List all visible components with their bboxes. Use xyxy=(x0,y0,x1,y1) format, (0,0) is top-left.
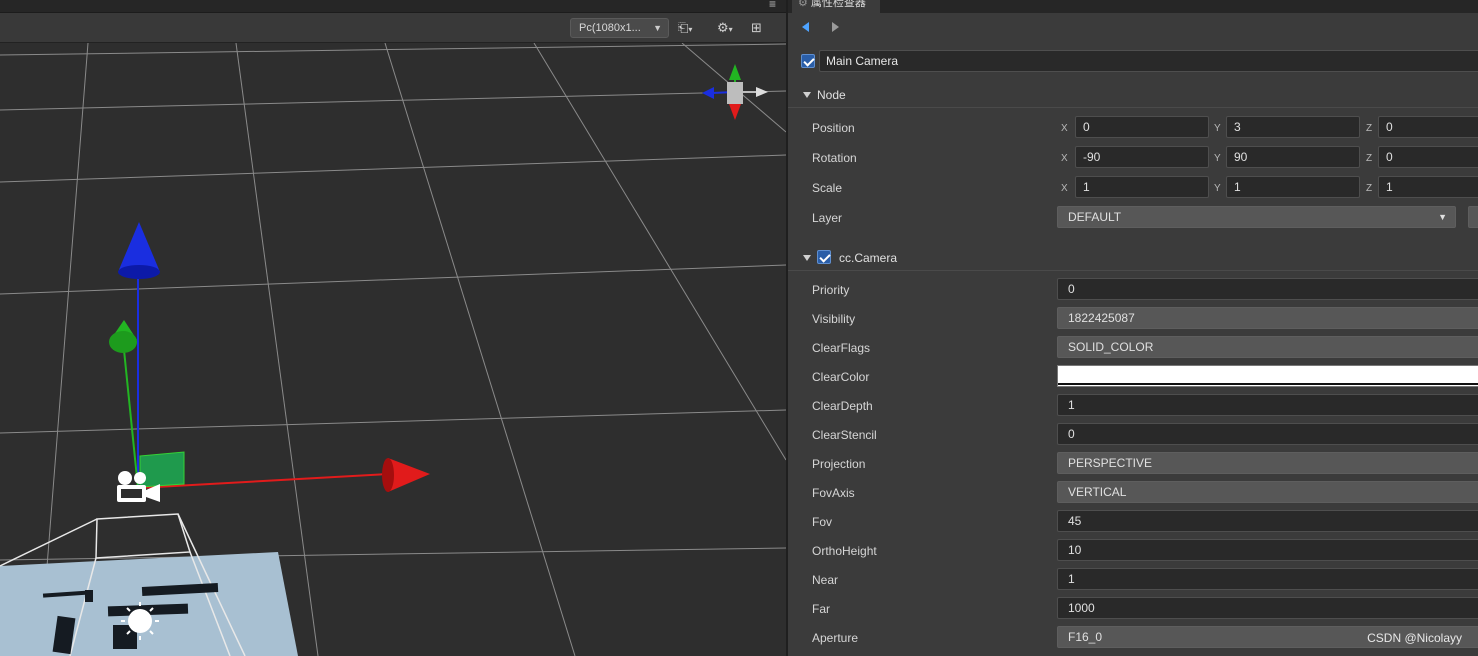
rotation-x-axis-label: X xyxy=(1061,153,1068,164)
clear-stencil-input[interactable]: 0 xyxy=(1057,423,1478,445)
scale-x-input[interactable]: 1 xyxy=(1075,176,1209,198)
resolution-select[interactable]: Pc(1080x1... ▼ xyxy=(570,18,669,38)
scale-x-axis-label: X xyxy=(1061,183,1068,194)
fov-axis-select[interactable]: VERTICAL xyxy=(1057,481,1478,503)
aperture-label: Aperture xyxy=(812,631,859,645)
inspector-panel: ⚙ 属性检查器 Main Camera Node Position X 0 Y 3… xyxy=(786,0,1478,656)
near-label: Near xyxy=(812,573,839,587)
position-z-input[interactable]: 0 xyxy=(1378,116,1478,138)
clear-flags-label: ClearFlags xyxy=(812,341,871,355)
forward-arrow-icon[interactable] xyxy=(832,22,839,32)
gear-icon: ⚙ xyxy=(798,0,808,9)
position-y-axis-label: Y xyxy=(1214,123,1221,134)
inspector-tab-bar: ⚙ 属性检查器 xyxy=(788,0,1478,13)
alpha-bar xyxy=(1058,383,1478,386)
position-label: Position xyxy=(812,121,855,135)
scale-y-input[interactable]: 1 xyxy=(1226,176,1360,198)
scene-panel[interactable]: ≡ Pc(1080x1... ▼ ⎗▾ ⚙▾ ⊞ xyxy=(0,0,786,656)
scene-title-bar: ≡ xyxy=(0,0,786,13)
layer-label: Layer xyxy=(812,211,843,225)
priority-input[interactable]: 0 xyxy=(1057,278,1478,300)
rotation-z-input[interactable]: 0 xyxy=(1378,146,1478,168)
collapse-triangle-icon xyxy=(803,92,811,98)
floor-plane xyxy=(0,552,298,656)
node-section-header[interactable]: Node xyxy=(788,82,1478,108)
resolution-value: Pc(1080x1... xyxy=(579,22,641,34)
rotation-z-axis-label: Z xyxy=(1366,153,1373,164)
position-y-input[interactable]: 3 xyxy=(1226,116,1360,138)
rotation-x-input[interactable]: -90 xyxy=(1075,146,1209,168)
chevron-down-icon: ▼ xyxy=(653,23,662,33)
gear-icon[interactable]: ⚙▾ xyxy=(717,20,733,36)
layer-value: DEFAULT xyxy=(1068,210,1122,224)
collapse-triangle-icon xyxy=(803,255,811,261)
back-arrow-icon[interactable] xyxy=(802,22,809,32)
clear-depth-label: ClearDepth xyxy=(812,399,873,413)
rotation-y-input[interactable]: 90 xyxy=(1226,146,1360,168)
node-section-title: Node xyxy=(817,88,846,102)
ortho-height-input[interactable]: 10 xyxy=(1057,539,1478,561)
clear-color-label: ClearColor xyxy=(812,370,870,384)
hamburger-menu-icon[interactable]: ≡ xyxy=(769,0,776,10)
scene-toolbar: Pc(1080x1... ▼ ⎗▾ ⚙▾ ⊞ xyxy=(0,13,786,43)
position-x-input[interactable]: 0 xyxy=(1075,116,1209,138)
fov-axis-label: FovAxis xyxy=(812,486,855,500)
camera-section-title: cc.Camera xyxy=(839,251,898,265)
fov-input[interactable]: 45 xyxy=(1057,510,1478,532)
rotation-label: Rotation xyxy=(812,151,857,165)
far-input[interactable]: 1000 xyxy=(1057,597,1478,619)
priority-label: Priority xyxy=(812,283,850,297)
ortho-height-label: OrthoHeight xyxy=(812,544,877,558)
camera-view-icon[interactable]: ⎗▾ xyxy=(678,20,692,36)
layer-edit-button[interactable] xyxy=(1468,206,1478,228)
far-label: Far xyxy=(812,602,830,616)
scale-y-axis-label: Y xyxy=(1214,183,1221,194)
clear-depth-input[interactable]: 1 xyxy=(1057,394,1478,416)
scale-z-input[interactable]: 1 xyxy=(1378,176,1478,198)
chevron-down-icon: ▼ xyxy=(1438,212,1447,222)
projection-label: Projection xyxy=(812,457,866,471)
near-input[interactable]: 1 xyxy=(1057,568,1478,590)
fov-label: Fov xyxy=(812,515,833,529)
camera-section-header[interactable]: cc.Camera xyxy=(788,245,1478,271)
layer-select[interactable]: DEFAULT ▼ xyxy=(1057,206,1456,228)
inspector-nav xyxy=(788,13,1478,43)
clear-flags-select[interactable]: SOLID_COLOR xyxy=(1057,336,1478,358)
tab-inspector-label: 属性检查器 xyxy=(810,0,866,9)
layout-icon[interactable]: ⊞ xyxy=(751,20,762,36)
visibility-label: Visibility xyxy=(812,312,856,326)
position-z-axis-label: Z xyxy=(1366,123,1373,134)
clear-stencil-label: ClearStencil xyxy=(812,428,877,442)
scale-z-axis-label: Z xyxy=(1366,183,1373,194)
rotation-y-axis-label: Y xyxy=(1214,153,1221,164)
watermark: CSDN @Nicolayy xyxy=(1367,631,1462,645)
tab-inspector[interactable]: ⚙ 属性检查器 xyxy=(792,0,880,13)
visibility-select[interactable]: 1822425087 xyxy=(1057,307,1478,329)
scale-label: Scale xyxy=(812,181,843,195)
scene-viewport[interactable] xyxy=(0,43,786,656)
node-name-input[interactable]: Main Camera xyxy=(819,50,1478,72)
position-x-axis-label: X xyxy=(1061,123,1068,134)
node-active-checkbox[interactable] xyxy=(801,54,815,68)
projection-select[interactable]: PERSPECTIVE xyxy=(1057,452,1478,474)
camera-enabled-checkbox[interactable] xyxy=(817,250,831,264)
clear-color-swatch[interactable] xyxy=(1057,365,1478,387)
